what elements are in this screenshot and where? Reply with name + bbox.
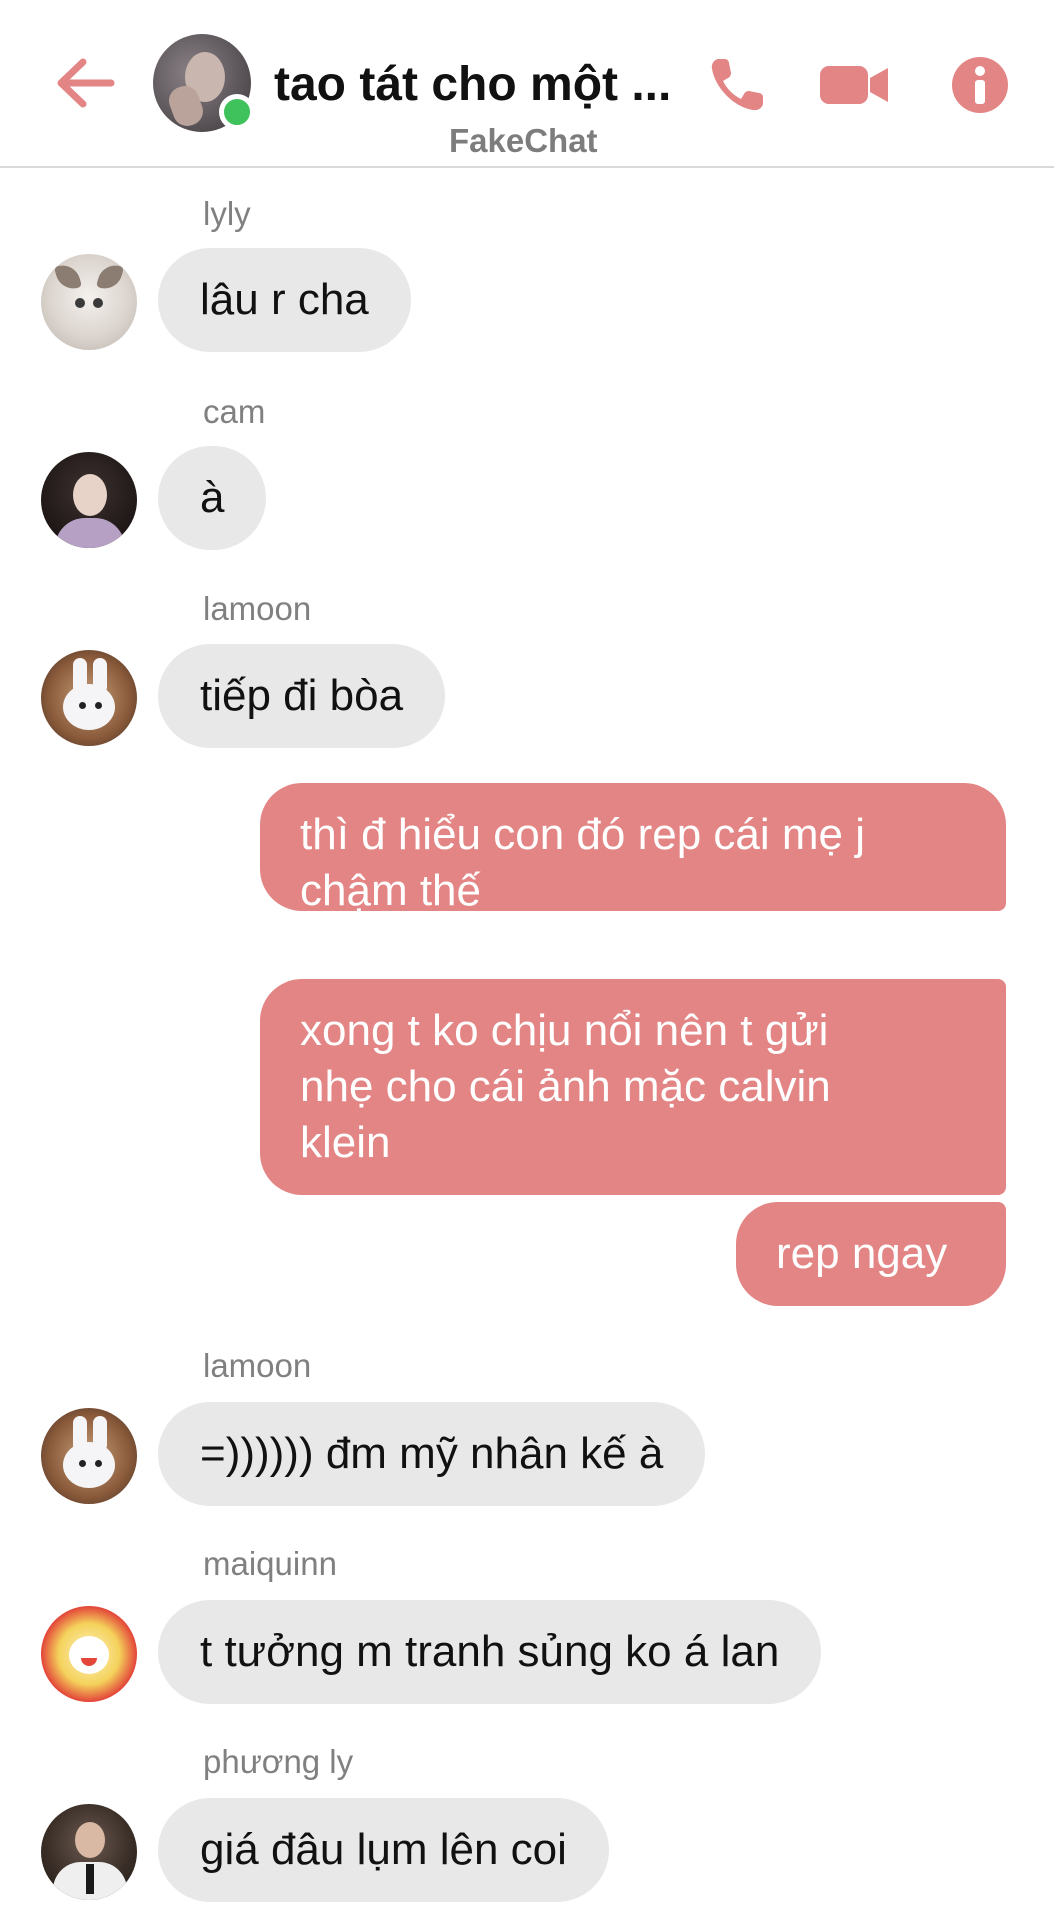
sender-name: cam	[203, 393, 266, 430]
call-button[interactable]	[701, 52, 773, 118]
sender-name: maiquinn	[203, 1545, 337, 1582]
chat-header: tao tát cho một ... FakeChat	[0, 0, 1054, 168]
sticker-avatar[interactable]	[41, 1606, 137, 1702]
message-line: nhẹ cho cái ảnh mặc calvin	[300, 1062, 831, 1111]
outgoing-message-bubble[interactable]: thì đ hiểu con đó rep cái mẹ j chậm thế	[260, 783, 1006, 915]
cat-avatar[interactable]	[41, 254, 137, 350]
message-line: rep ngay	[776, 1229, 948, 1278]
sender-name: lamoon	[203, 1347, 312, 1384]
info-icon	[952, 57, 1008, 113]
message-line: chậm thế	[300, 866, 481, 915]
message-line: xong t ko chịu nổi nên t gửi	[300, 1006, 829, 1055]
video-call-button[interactable]	[818, 52, 890, 118]
video-camera-icon	[820, 66, 888, 104]
chat-subtitle: FakeChat	[449, 122, 598, 159]
info-button[interactable]	[944, 52, 1016, 118]
incoming-message-bubble[interactable]: tiếp đi bòa	[158, 644, 446, 748]
outgoing-message-bubble[interactable]: xong t ko chịu nổi nên t gửi nhẹ cho cái…	[260, 979, 1006, 1195]
online-status-indicator	[219, 94, 255, 130]
chat-title[interactable]: tao tát cho một ...	[274, 55, 684, 115]
message-list[interactable]: lyly lâu r cha cam à lamoon tiếp đi bòa …	[0, 168, 1054, 1920]
group-avatar[interactable]	[153, 34, 255, 132]
photo-avatar[interactable]	[41, 1804, 137, 1900]
incoming-message-bubble[interactable]: =)))))) đm mỹ nhân kế à	[158, 1402, 706, 1506]
message-line: thì đ hiểu con đó rep cái mẹ j	[300, 810, 865, 859]
incoming-message-bubble[interactable]: giá đâu lụm lên coi	[158, 1798, 609, 1902]
arrow-left-icon	[57, 58, 115, 108]
bunny-avatar[interactable]	[41, 650, 137, 746]
sender-name: lyly	[203, 195, 251, 232]
incoming-message-bubble[interactable]: à	[158, 446, 267, 550]
phone-icon	[711, 59, 763, 111]
sender-name: lamoon	[203, 590, 312, 627]
message-line: klein	[300, 1118, 391, 1167]
incoming-message-bubble[interactable]: t tưởng m tranh sủng ko á lan	[158, 1600, 822, 1704]
sender-name: phương ly	[203, 1743, 354, 1780]
outgoing-message-bubble[interactable]: rep ngay	[736, 1202, 1006, 1306]
bunny-avatar[interactable]	[41, 1408, 137, 1504]
back-button[interactable]	[52, 50, 118, 116]
incoming-message-bubble[interactable]: lâu r cha	[158, 248, 411, 352]
girl-avatar[interactable]	[41, 452, 137, 548]
